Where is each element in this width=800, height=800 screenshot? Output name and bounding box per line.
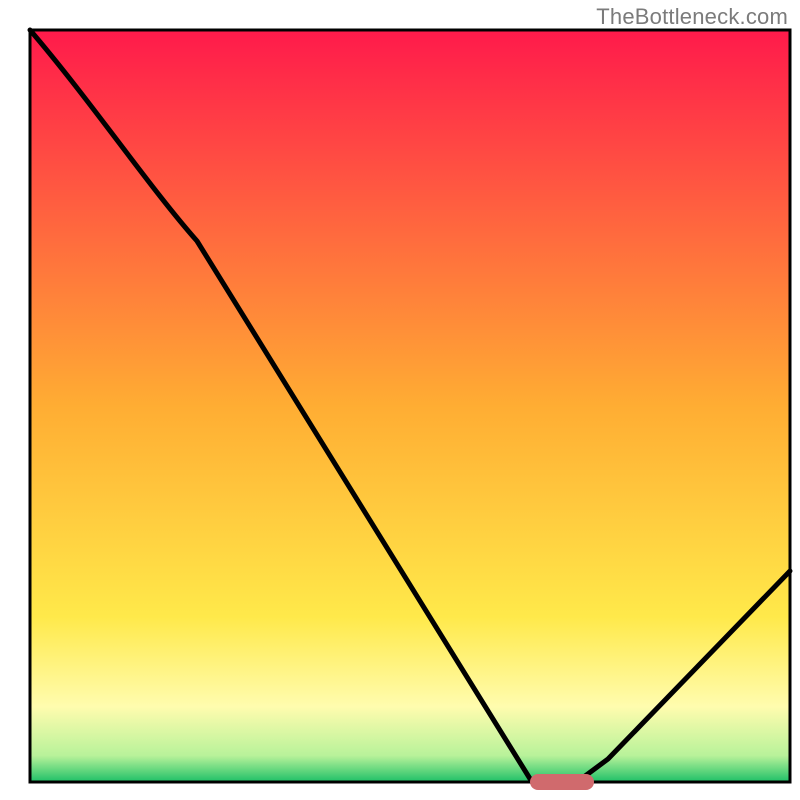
- chart-background: [30, 30, 790, 782]
- optimum-marker: [530, 774, 594, 790]
- chart-container: TheBottleneck.com: [0, 0, 800, 800]
- watermark-text: TheBottleneck.com: [596, 4, 788, 30]
- bottleneck-chart: [0, 0, 800, 800]
